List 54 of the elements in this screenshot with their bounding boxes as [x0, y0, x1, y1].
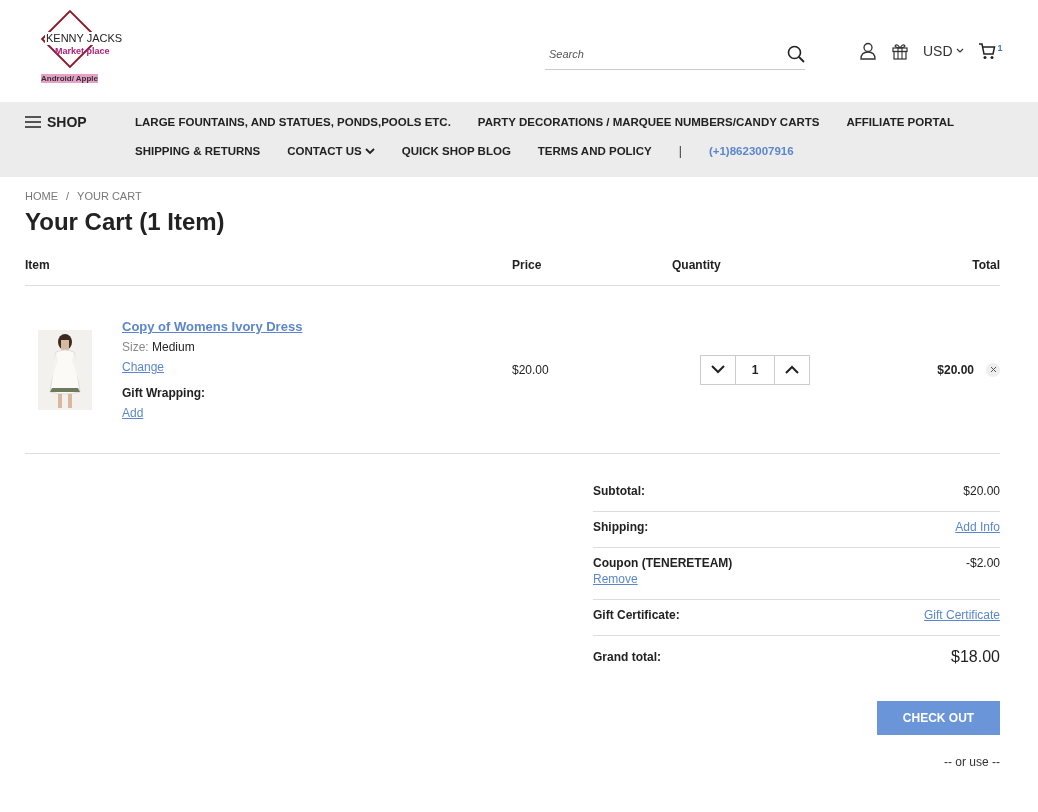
- currency-dropdown[interactable]: USD: [923, 43, 964, 59]
- search-field[interactable]: Search: [547, 46, 787, 61]
- column-header: Price: [512, 258, 543, 272]
- nav-link[interactable]: AFFILIATE PORTAL: [846, 116, 954, 128]
- price-cell-text: $20.00: [512, 362, 550, 377]
- nav-link[interactable]: LARGE FOUNTAINS, AND STATUES, PONDS,POOLS ETC.: [135, 116, 451, 128]
- gift-icon[interactable]: [891, 42, 909, 60]
- summary-label: Subtotal:: [593, 484, 645, 498]
- column-header: Item: [25, 258, 51, 272]
- remove-button[interactable]: [986, 362, 1000, 377]
- total-cell: $20.00: [937, 362, 974, 377]
- column-header: Total: [971, 258, 1000, 272]
- separator: |: [678, 144, 682, 158]
- breadcrumb-separator: /: [66, 190, 70, 202]
- gift-wrapping-label: Gift Wrapping:: [122, 386, 206, 400]
- nav-link[interactable]: PARTY DECORATIONS / MARQUEE NUMBERS/CANDY CARTS: [477, 116, 820, 128]
- remove-coupon-link[interactable]: Remove: [593, 572, 733, 586]
- chevron-down-icon: [711, 365, 725, 374]
- nav-link[interactable]: TERMS AND POLICY: [537, 145, 652, 157]
- product-link[interactable]: Copy of Womens Ivory Dress: [122, 319, 303, 334]
- column-header: Quantity: [672, 258, 722, 272]
- summary-value: $20.00: [963, 484, 1000, 498]
- product-option: Size: Medium: [122, 340, 195, 354]
- logo-tagline: Android/ Apple: [41, 74, 99, 83]
- user-icon[interactable]: [859, 42, 877, 60]
- breadcrumb-link[interactable]: YOUR CART: [77, 190, 142, 202]
- summary-link[interactable]: Add Info: [955, 520, 1000, 534]
- summary-label: Gift Certificate:: [593, 608, 680, 622]
- alternative-payment-label: -- or use --: [944, 755, 1000, 769]
- chevron-up-icon: [785, 365, 799, 374]
- nav-link[interactable]: QUICK SHOP BLOG: [401, 145, 511, 157]
- logo-subtitle: Market place: [55, 46, 110, 56]
- grand-total-value: $18.00: [951, 648, 1000, 666]
- cart-count: 1: [997, 42, 1003, 53]
- caret-icon: [955, 48, 964, 54]
- close-icon: [989, 366, 997, 373]
- menu-icon: [25, 116, 41, 128]
- logo-title: KENNY JACKS: [45, 32, 124, 45]
- logo[interactable]: KENNY JACKS Market place Android/ Apple: [35, 8, 145, 88]
- cart-icon[interactable]: [977, 42, 996, 60]
- summary-label: Shipping:: [593, 520, 649, 534]
- summary-label: Coupon (TENERETEAM): [593, 556, 733, 570]
- shop-menu-button[interactable]: SHOP: [25, 114, 135, 130]
- add-gift-wrapping-link[interactable]: Add: [122, 406, 144, 420]
- nav-link[interactable]: CONTACT US: [287, 145, 375, 157]
- nav-link[interactable]: SHIPPING & RETURNS: [135, 145, 261, 157]
- breadcrumb-link[interactable]: HOME: [25, 190, 58, 202]
- summary-label: Grand total:: [593, 650, 661, 664]
- search-icon[interactable]: [787, 44, 805, 63]
- summary-link[interactable]: Gift Certificate: [923, 608, 1000, 622]
- change-link[interactable]: Change: [122, 360, 165, 374]
- quantity-stepper[interactable]: 1: [700, 354, 810, 385]
- page-title: Your Cart (1 Item): [25, 208, 226, 236]
- summary-value: -$2.00: [965, 556, 1000, 570]
